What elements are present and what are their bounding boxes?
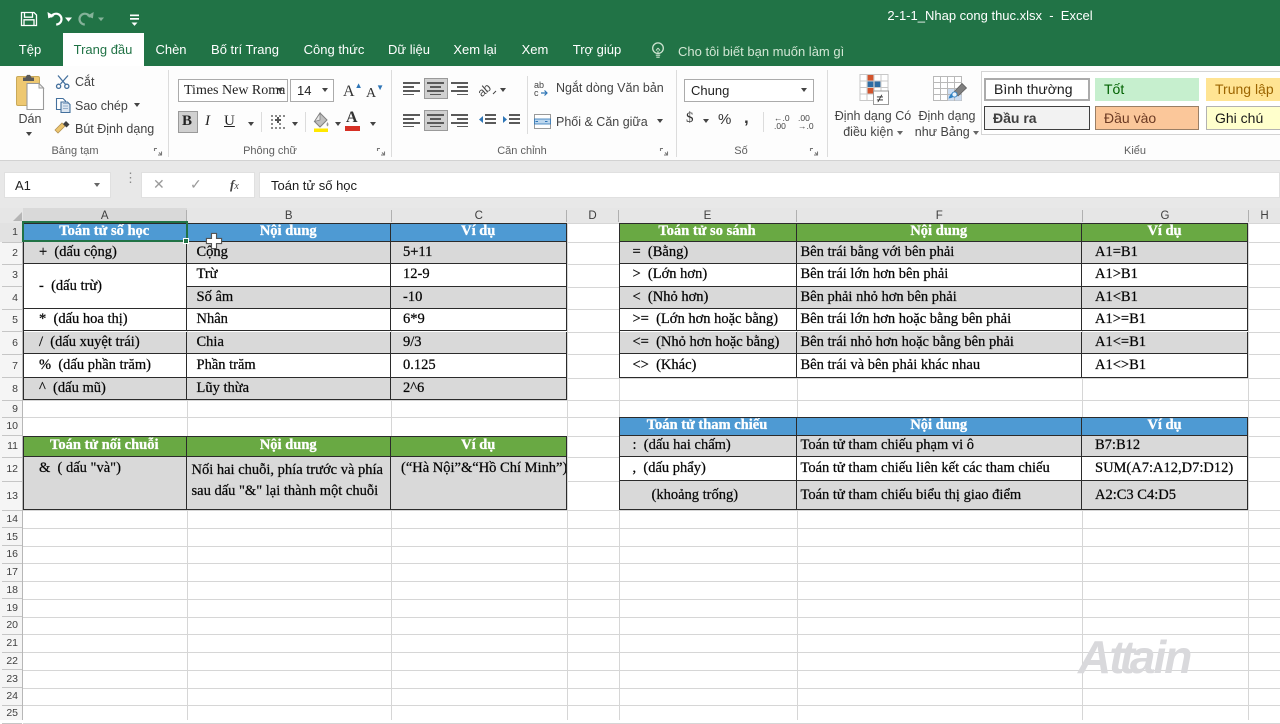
svg-text:.00: .00 — [774, 121, 786, 129]
svg-text:≠: ≠ — [877, 92, 884, 106]
svg-text:ab: ab — [479, 80, 494, 98]
svg-text:c: c — [534, 88, 539, 97]
svg-text:→.0: →.0 — [798, 121, 814, 129]
